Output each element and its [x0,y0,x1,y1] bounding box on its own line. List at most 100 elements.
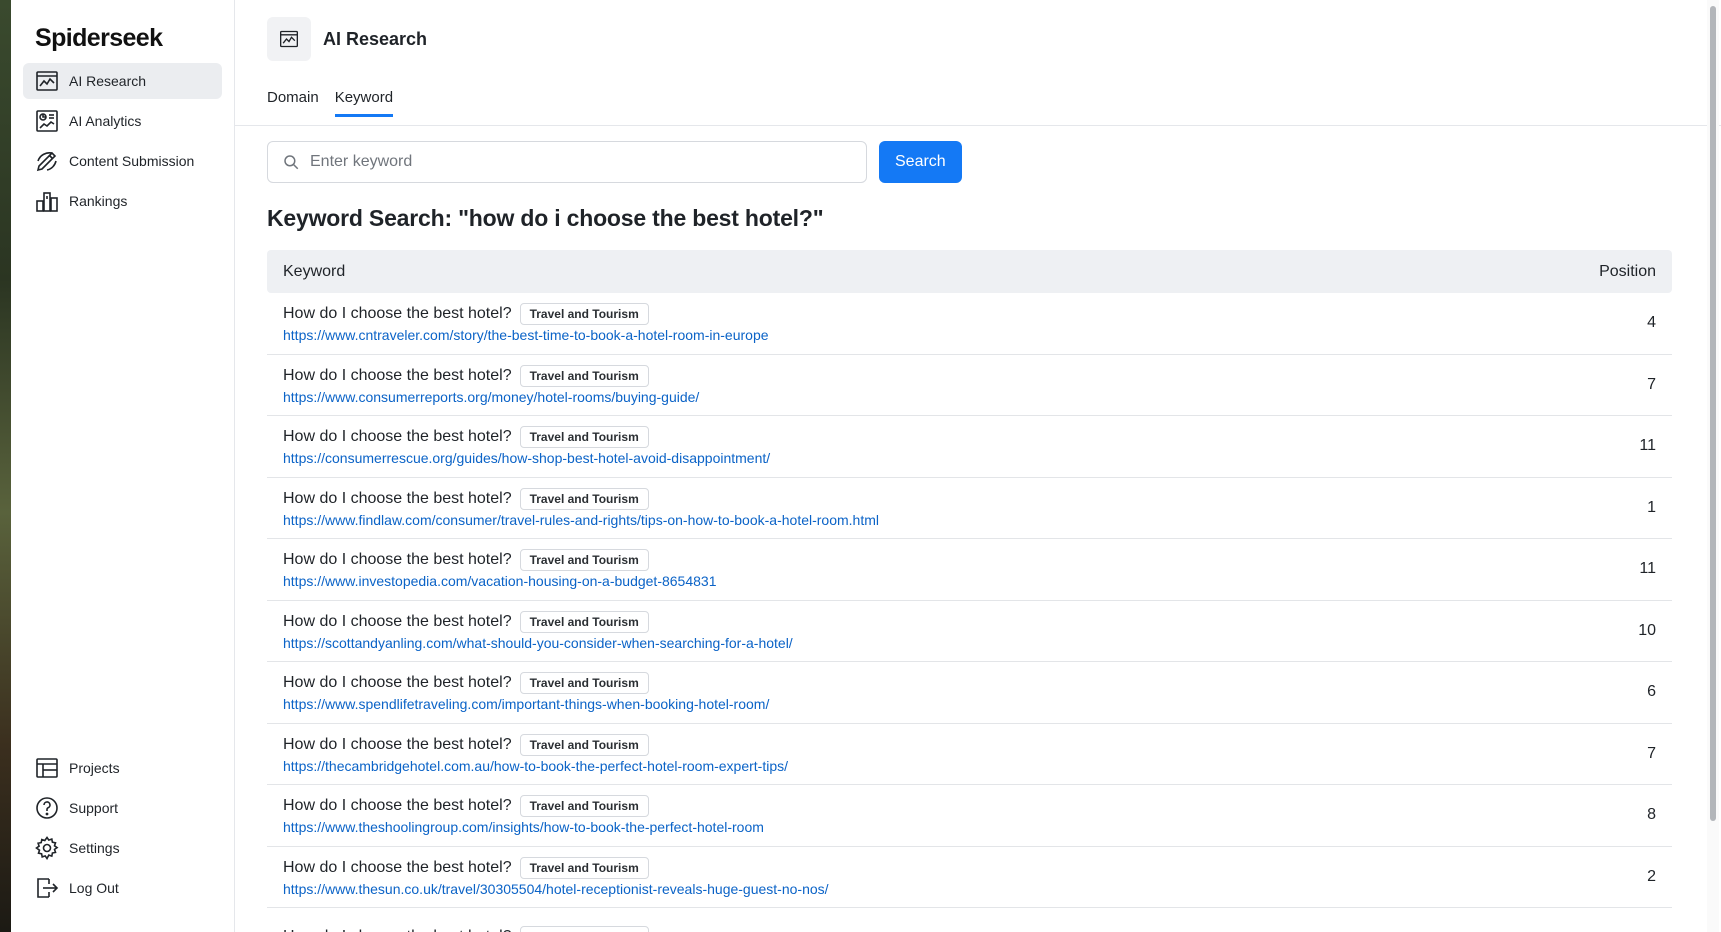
sidebar: Spiderseek AI Research AI Analytics Cont… [11,0,235,932]
keyword-text: How do I choose the best hotel? [283,928,512,932]
table-row[interactable]: How do I choose the best hotel? Travel an… [267,724,1672,785]
row-keyword-line: How do I choose the best hotel? Travel an… [283,487,879,510]
result-url-link[interactable]: https://www.investopedia.com/vacation-ho… [283,573,717,589]
keyword-text: How do I choose the best hotel? [283,551,512,569]
row-keyword-line: How do I choose the best hotel? Travel an… [283,672,769,695]
results-table: Keyword Position How do I choose the bes… [267,250,1672,932]
row-keyword-line: How do I choose the best hotel? Travel an… [283,364,699,387]
sidebar-item-rankings[interactable]: Rankings [23,183,222,219]
result-url-link[interactable]: https://www.theshoolingroup.com/insights… [283,819,764,835]
sidebar-item-ai-analytics[interactable]: AI Analytics [23,103,222,139]
row-keyword-cell: How do I choose the best hotel? Travel an… [283,795,764,835]
result-url-link[interactable]: https://www.spendlifetraveling.com/impor… [283,696,769,712]
table-row[interactable]: How do I choose the best hotel? Travel an… [267,908,1672,932]
content-area: Search Keyword Search: "how do i choose … [235,126,1721,932]
position-value: 4 [1647,314,1656,332]
keyword-text: How do I choose the best hotel? [283,797,512,815]
position-value: 2 [1647,867,1656,885]
row-keyword-line: How do I choose the best hotel? Travel an… [283,426,770,449]
table-row[interactable]: How do I choose the best hotel? Travel an… [267,355,1672,416]
row-keyword-line: How do I choose the best hotel? Travel an… [283,795,764,818]
row-keyword-cell: How do I choose the best hotel? Travel an… [283,487,879,528]
sidebar-item-log-out[interactable]: Log Out [23,870,222,906]
sidebar-item-support[interactable]: Support [23,790,222,826]
tab-bar: Domain Keyword [267,89,1689,117]
table-row[interactable]: How do I choose the best hotel? Travel an… [267,293,1672,355]
sidebar-item-projects[interactable]: Projects [23,750,222,786]
table-icon [36,758,58,778]
category-badge: Travel and Tourism [519,610,649,633]
category-badge: Travel and Tourism [519,856,649,879]
position-value: 1 [1647,498,1656,516]
position-value: 11 [1639,437,1656,455]
row-keyword-cell: How do I choose the best hotel? Travel an… [283,610,793,651]
primary-nav: AI Research AI Analytics Content Submiss… [23,63,222,219]
table-row[interactable]: How do I choose the best hotel? Travel an… [267,785,1672,847]
table-row[interactable]: How do I choose the best hotel? Travel an… [267,662,1672,724]
keyword-text: How do I choose the best hotel? [283,366,512,384]
logout-icon [37,878,59,898]
submission-icon [36,151,57,172]
table-row[interactable]: How do I choose the best hotel? Travel an… [267,539,1672,601]
search-row: Search [267,141,1689,183]
result-url-link[interactable]: https://thecambridgehotel.com.au/how-to-… [283,758,788,774]
position-value: 11 [1639,560,1656,578]
category-badge: Travel and Tourism [519,795,649,818]
page-title: AI Research [323,28,428,49]
position-value: 7 [1647,375,1656,393]
search-box[interactable] [267,141,867,183]
column-header-keyword: Keyword [283,262,346,280]
result-url-link[interactable]: https://consumerrescue.org/guides/how-sh… [283,450,770,466]
row-keyword-line: How do I choose the best hotel? Travel an… [283,856,829,879]
table-row[interactable]: How do I choose the best hotel? Travel an… [267,478,1672,539]
result-url-link[interactable]: https://www.findlaw.com/consumer/travel-… [283,512,879,528]
row-keyword-line: How do I choose the best hotel? Travel an… [283,926,649,932]
keyword-search-input[interactable] [310,153,852,171]
table-row[interactable]: How do I choose the best hotel? Travel an… [267,601,1672,662]
sidebar-item-label: Rankings [69,193,128,209]
sidebar-item-label: AI Analytics [69,113,142,129]
sidebar-item-content-submission[interactable]: Content Submission [23,143,222,179]
result-url-link[interactable]: https://www.thesun.co.uk/travel/30305504… [283,881,829,897]
sidebar-item-label: AI Research [69,73,147,89]
search-icon [284,155,299,170]
keyword-text: How do I choose the best hotel? [283,674,512,692]
keyword-text: How do I choose the best hotel? [283,489,512,507]
chart-window-icon [280,30,298,48]
page-header: AI Research Domain Keyword [235,0,1721,126]
row-keyword-cell: How do I choose the best hotel? Travel an… [283,364,699,405]
row-keyword-cell: How do I choose the best hotel? Travel an… [283,426,770,466]
row-keyword-line: How do I choose the best hotel? Travel an… [283,303,769,326]
column-header-position: Position [1599,262,1656,280]
brand-logo[interactable]: Spiderseek [23,20,222,63]
table-row[interactable]: How do I choose the best hotel? Travel an… [267,847,1672,908]
title-row: AI Research [267,17,1689,61]
category-badge: Travel and Tourism [519,364,649,387]
sidebar-item-label: Projects [69,760,120,776]
gear-icon [35,836,59,860]
result-url-link[interactable]: https://www.consumerreports.org/money/ho… [283,389,699,405]
result-url-link[interactable]: https://scottandyanling.com/what-should-… [283,635,793,651]
search-button[interactable]: Search [879,141,962,183]
row-keyword-line: How do I choose the best hotel? Travel an… [283,733,788,756]
position-value: 7 [1647,744,1656,762]
sidebar-item-settings[interactable]: Settings [23,830,222,866]
scrollbar-thumb[interactable] [1710,6,1716,821]
row-keyword-cell: How do I choose the best hotel? Travel an… [283,733,788,774]
category-badge: Travel and Tourism [519,926,649,932]
keyword-text: How do I choose the best hotel? [283,858,512,876]
position-value: 8 [1647,806,1656,824]
vertical-scrollbar[interactable] [1707,0,1719,932]
sidebar-item-label: Settings [69,840,120,856]
keyword-text: How do I choose the best hotel? [283,305,512,323]
tab-domain[interactable]: Domain [267,89,319,117]
table-row[interactable]: How do I choose the best hotel? Travel an… [267,416,1672,478]
tab-keyword[interactable]: Keyword [334,89,394,117]
category-badge: Travel and Tourism [519,303,649,326]
sidebar-item-ai-research[interactable]: AI Research [23,63,222,99]
results-heading: Keyword Search: "how do i choose the bes… [267,205,824,231]
result-url-link[interactable]: https://www.cntraveler.com/story/the-bes… [283,327,769,343]
row-keyword-line: How do I choose the best hotel? Travel an… [283,610,793,633]
row-keyword-cell: How do I choose the best hotel? Travel an… [283,856,829,897]
rankings-icon [36,192,58,212]
